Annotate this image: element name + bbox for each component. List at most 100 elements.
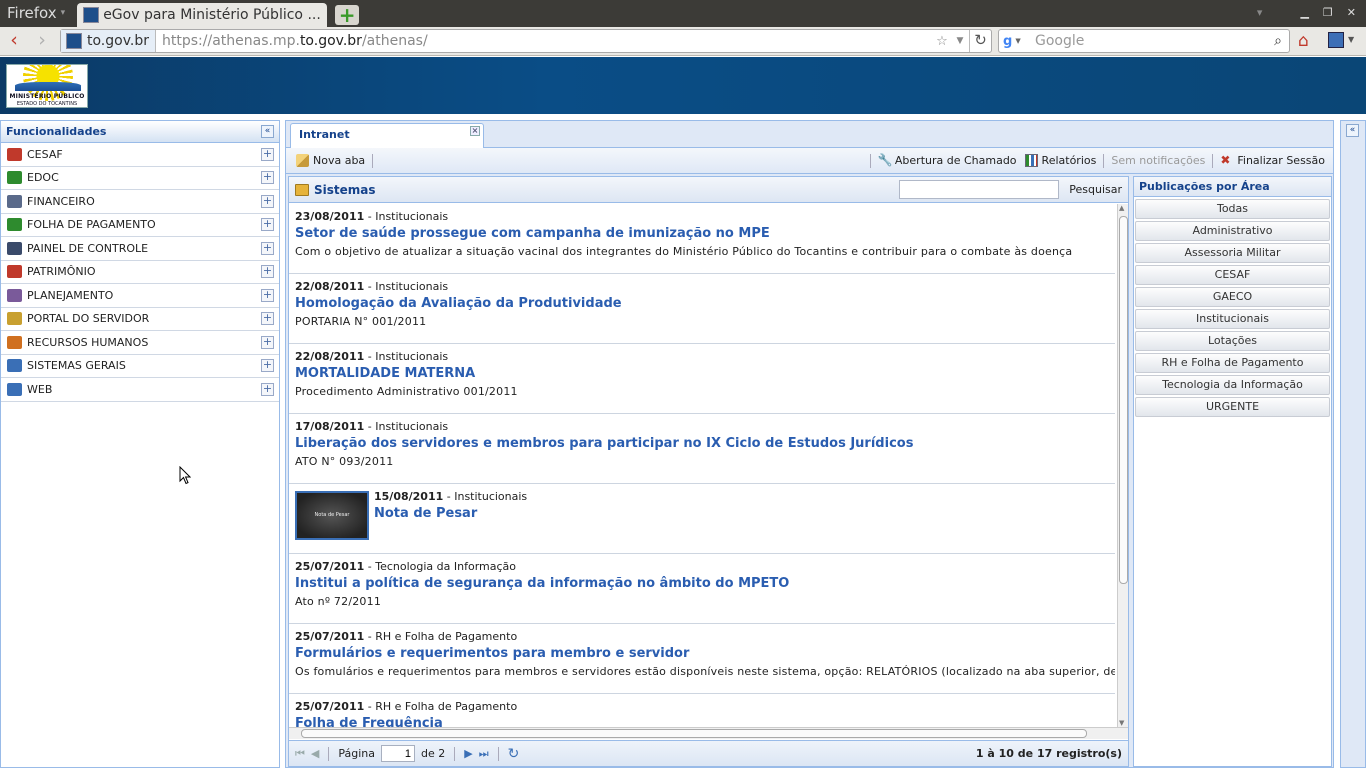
area-filter-button[interactable]: CESAF (1135, 265, 1330, 285)
firefox-menu-button[interactable]: Firefox ▾ (0, 4, 71, 27)
vertical-scrollbar[interactable]: ▲ ▼ (1117, 204, 1128, 727)
horizontal-scrollbar[interactable] (289, 727, 1128, 739)
news-item: 22/08/2011 - Institucionais Homologação d… (289, 274, 1115, 344)
expand-plus-icon[interactable]: + (261, 171, 274, 185)
expand-plus-icon[interactable]: + (261, 147, 274, 161)
url-domain: to.gov.br (299, 33, 362, 49)
tab-intranet[interactable]: Intranet × (290, 123, 484, 148)
area-filter-button[interactable]: Administrativo (1135, 221, 1330, 241)
expand-plus-icon[interactable]: + (261, 312, 274, 326)
expand-plus-icon[interactable]: + (261, 335, 274, 349)
vertical-scroll-thumb[interactable] (1119, 216, 1128, 584)
sidebar-item[interactable]: PATRIMÔNIO + (1, 261, 279, 284)
scroll-up-icon[interactable]: ▲ (1119, 204, 1124, 212)
sidebar-item[interactable]: PAINEL DE CONTROLE + (1, 237, 279, 261)
refresh-icon[interactable]: ↻ (508, 746, 520, 762)
minimize-icon[interactable]: ▁ (1300, 6, 1308, 19)
site-identity-label: to.gov.br (87, 33, 150, 49)
search-engine-icon[interactable]: g ▼ (999, 34, 1029, 49)
sidebar-item[interactable]: FINANCEIRO + (1, 190, 279, 214)
expand-right-icon[interactable]: « (1346, 124, 1359, 137)
collapse-left-icon[interactable]: « (261, 125, 274, 138)
area-filter-button[interactable]: Todas (1135, 199, 1330, 219)
news-title-link[interactable]: Institui a política de segurança da info… (295, 576, 1115, 591)
expand-plus-icon[interactable]: + (261, 265, 274, 279)
news-meta: 22/08/2011 - Institucionais (295, 350, 1115, 363)
sidebar-item[interactable]: EDOC + (1, 167, 279, 190)
next-page-icon[interactable]: ▶ (464, 747, 472, 760)
logout-button[interactable]: ✖ Finalizar Sessão (1216, 154, 1329, 168)
expand-plus-icon[interactable]: + (261, 288, 274, 302)
magnifier-icon[interactable]: ⌕ (1267, 33, 1289, 49)
search-button[interactable]: Pesquisar (1069, 183, 1122, 196)
news-title-link[interactable]: Formulários e requerimentos para membro … (295, 646, 1115, 661)
sidebar-item[interactable]: WEB + (1, 378, 279, 402)
news-title-link[interactable]: Liberação dos servidores e membros para … (295, 436, 1115, 451)
house-icon (7, 265, 22, 279)
url-text[interactable]: https://athenas.mp.to.gov.br/athenas/ (156, 33, 933, 49)
star-icon[interactable]: ☆ (933, 34, 951, 49)
news-title-link[interactable]: Nota de Pesar (374, 506, 1115, 521)
news-title-link[interactable]: Homologação da Avaliação da Produtividad… (295, 296, 1115, 311)
scroll-down-icon[interactable]: ▼ (1119, 719, 1124, 727)
home-icon[interactable]: ⌂ (1298, 31, 1309, 51)
area-filter-button[interactable]: Tecnologia da Informação (1135, 375, 1330, 395)
area-filter-button[interactable]: Institucionais (1135, 309, 1330, 329)
caret-down-icon[interactable]: ▼ (1348, 35, 1354, 44)
close-tab-icon[interactable]: × (470, 126, 480, 136)
expand-plus-icon[interactable]: + (261, 359, 274, 373)
news-date: 22/08/2011 (295, 350, 365, 363)
tab-list-icon[interactable]: ▾ (1257, 6, 1263, 19)
expand-plus-icon[interactable]: + (261, 218, 274, 232)
new-tab-button[interactable]: + (335, 5, 360, 25)
restore-icon[interactable]: ❐ (1323, 6, 1333, 19)
prev-page-icon[interactable]: ◀ (311, 747, 319, 760)
news-list: 23/08/2011 - Institucionais Setor de saúd… (289, 204, 1115, 727)
sidebar-item[interactable]: RECURSOS HUMANOS + (1, 331, 279, 355)
reports-button[interactable]: Relatórios (1021, 154, 1101, 167)
news-title-link[interactable]: MORTALIDADE MATERNA (295, 366, 1115, 381)
sidebar-item[interactable]: PORTAL DO SERVIDOR + (1, 308, 279, 331)
expand-plus-icon[interactable]: + (261, 241, 274, 255)
sistemas-search-input[interactable] (899, 180, 1060, 199)
reload-icon[interactable]: ↻ (969, 30, 991, 52)
horizontal-scroll-thumb[interactable] (301, 729, 1087, 738)
sidebar-item[interactable]: PLANEJAMENTO + (1, 284, 279, 308)
sidebar-item[interactable]: CESAF + (1, 143, 279, 167)
expand-plus-icon[interactable]: + (261, 194, 274, 208)
news-title-link[interactable]: Setor de saúde prossegue com campanha de… (295, 226, 1115, 241)
expand-plus-icon[interactable]: + (261, 382, 274, 396)
browser-tab[interactable]: eGov para Ministério Público ... (77, 3, 328, 27)
area-filter-button[interactable]: RH e Folha de Pagamento (1135, 353, 1330, 373)
news-date: 22/08/2011 (295, 280, 365, 293)
toolbar-separator (1212, 153, 1214, 168)
search-input[interactable]: Google (1029, 33, 1267, 49)
area-filter-button[interactable]: Assessoria Militar (1135, 243, 1330, 263)
open-ticket-button[interactable]: 🔧 Abertura de Chamado (874, 154, 1021, 168)
news-thumbnail[interactable]: Nota de Pesar (295, 491, 369, 540)
tab-intranet-label: Intranet (299, 128, 350, 141)
site-identity-button[interactable]: to.gov.br (61, 30, 157, 52)
history-dropdown-icon[interactable]: ▼ (951, 36, 969, 46)
search-bar[interactable]: g ▼ Google ⌕ (998, 29, 1290, 53)
area-filter-button[interactable]: URGENTE (1135, 397, 1330, 417)
area-filter-button[interactable]: GAECO (1135, 287, 1330, 307)
bookmarks-icon[interactable] (1328, 32, 1344, 48)
main-panel: Intranet × Nova aba 🔧 Abertura de Chamado… (285, 120, 1334, 768)
back-icon[interactable]: ‹ (3, 31, 25, 50)
close-window-icon[interactable]: ✕ (1347, 6, 1356, 19)
page-count: de 2 (421, 747, 446, 760)
sidebar-item[interactable]: SISTEMAS GERAIS + (1, 355, 279, 378)
page-number-input[interactable] (381, 745, 416, 762)
first-page-icon[interactable]: ⏮ (295, 747, 305, 761)
notifications-button[interactable]: Sem notificações (1107, 154, 1209, 167)
last-page-icon[interactable]: ⏭ (479, 747, 489, 761)
url-bar[interactable]: to.gov.br https://athenas.mp.to.gov.br/a… (60, 29, 992, 53)
news-title-link[interactable]: Folha de Frequência (295, 716, 1115, 727)
sidebar-item[interactable]: FOLHA DE PAGAMENTO + (1, 214, 279, 237)
area-filter-button[interactable]: Lotações (1135, 331, 1330, 351)
page-label: Página (338, 747, 376, 760)
new-tab-app-button[interactable]: Nova aba (292, 154, 369, 167)
news-item: Nota de Pesar 15/08/2011 - Institucionais… (289, 484, 1115, 554)
forward-icon[interactable]: › (31, 31, 53, 50)
